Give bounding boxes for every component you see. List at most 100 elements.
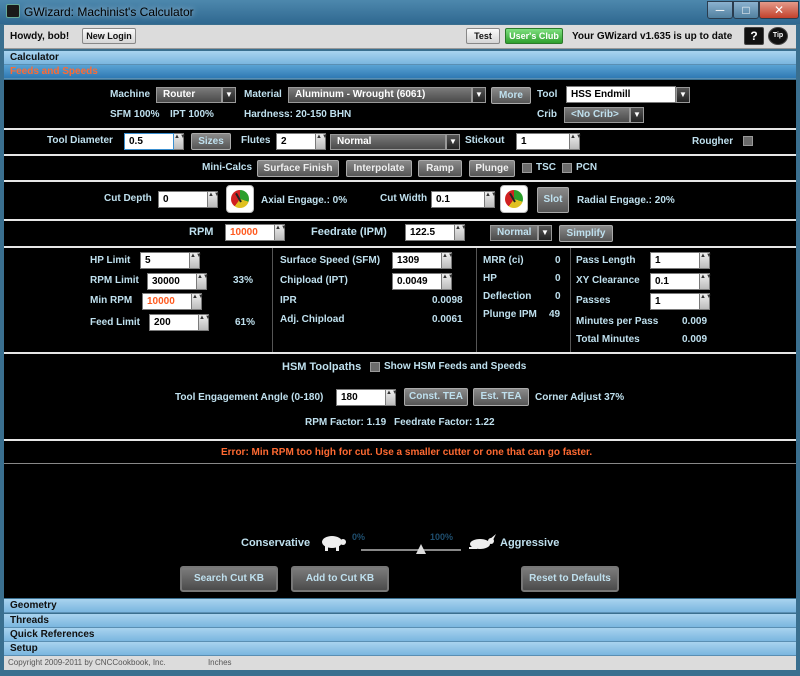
crib-select[interactable]: <No Crib>	[564, 107, 630, 123]
rpm-field[interactable]: 10000	[225, 224, 275, 241]
spinner-icon[interactable]: ▲▼	[485, 191, 497, 208]
xy-clearance-field[interactable]: 0.1	[650, 273, 700, 290]
window-title: GWizard: Machinist's Calculator	[24, 5, 194, 19]
stickout-field[interactable]: 1	[516, 133, 570, 150]
section-feeds-and-speeds[interactable]: Feeds and Speeds	[4, 65, 796, 79]
more-button[interactable]: More	[491, 87, 531, 104]
spinner-icon[interactable]: ▲▼	[316, 133, 328, 150]
chevron-down-icon[interactable]: ▼	[538, 225, 552, 241]
spinner-icon[interactable]: ▲▼	[197, 273, 209, 290]
section-calculator[interactable]: Calculator	[4, 51, 796, 65]
users-club-button[interactable]: User's Club	[505, 28, 563, 44]
spinner-icon[interactable]: ▲▼	[700, 273, 712, 290]
spinner-icon[interactable]: ▲▼	[192, 293, 204, 310]
hp-limit-field[interactable]: 5	[140, 252, 190, 269]
est-tea-button[interactable]: Est. TEA	[473, 388, 529, 406]
const-tea-button[interactable]: Const. TEA	[404, 388, 468, 406]
app-icon	[6, 4, 20, 18]
section-setup[interactable]: Setup	[4, 642, 796, 656]
pass-length-field[interactable]: 1	[650, 252, 700, 269]
minimize-button[interactable]: ─	[707, 1, 733, 19]
flutes-field[interactable]: 2	[276, 133, 316, 150]
passes-field[interactable]: 1	[650, 293, 700, 310]
reset-to-defaults-button[interactable]: Reset to Defaults	[521, 566, 619, 592]
add-to-cut-kb-button[interactable]: Add to Cut KB	[291, 566, 389, 592]
chevron-down-icon[interactable]: ▼	[676, 87, 690, 103]
divider	[4, 352, 796, 354]
chevron-down-icon[interactable]: ▼	[630, 107, 644, 123]
spinner-icon[interactable]: ▲▼	[442, 252, 454, 269]
interpolate-button[interactable]: Interpolate	[346, 160, 412, 177]
divider	[4, 463, 796, 464]
spinner-icon[interactable]: ▲▼	[208, 191, 220, 208]
spinner-icon[interactable]: ▲▼	[455, 224, 467, 241]
rougher-checkbox[interactable]	[743, 136, 753, 146]
rpm-limit-label: RPM Limit	[90, 275, 139, 286]
radial-engagement: Radial Engage.: 20%	[577, 195, 675, 206]
feed-mode-select[interactable]: Normal	[490, 225, 538, 241]
material-select[interactable]: Aluminum - Wrought (6061)	[288, 87, 472, 103]
sfm-percent: SFM 100%	[110, 109, 160, 120]
chevron-down-icon[interactable]: ▼	[446, 134, 460, 150]
tool-field[interactable]: HSS Endmill	[566, 86, 676, 103]
new-login-button[interactable]: New Login	[82, 28, 136, 44]
maximize-button[interactable]: □	[733, 1, 759, 19]
units: Inches	[207, 658, 232, 667]
machine-label: Machine	[110, 89, 151, 100]
feeds-speeds-panel: Machine Router ▼ Material Aluminum - Wro…	[4, 80, 796, 598]
feed-limit-field[interactable]: 200	[149, 314, 199, 331]
spinner-icon[interactable]: ▲▼	[190, 252, 202, 269]
show-hsm-checkbox[interactable]	[370, 362, 380, 372]
tea-field[interactable]: 180	[336, 389, 386, 406]
chevron-down-icon[interactable]: ▼	[222, 87, 236, 103]
ramp-button[interactable]: Ramp	[418, 160, 462, 177]
stickout-label: Stickout	[465, 135, 505, 146]
plunge-button[interactable]: Plunge	[469, 160, 515, 177]
test-button[interactable]: Test	[466, 28, 500, 44]
spinner-icon[interactable]: ▲▼	[174, 133, 186, 150]
crib-label: Crib	[537, 109, 557, 120]
tool-diameter-field[interactable]: 0.5	[124, 133, 174, 150]
spinner-icon[interactable]: ▲▼	[570, 133, 582, 150]
flute-type-select[interactable]: Normal	[330, 134, 446, 150]
rpm-limit-field[interactable]: 30000	[147, 273, 197, 290]
section-quick-references[interactable]: Quick References	[4, 628, 796, 642]
section-geometry[interactable]: Geometry	[4, 599, 796, 613]
ipr-value: 0.0098	[432, 295, 463, 306]
conservative-label: Conservative	[241, 537, 311, 549]
aggressiveness-slider-track[interactable]	[361, 549, 461, 551]
tool-label: Tool	[537, 89, 558, 100]
cut-width-field[interactable]: 0.1	[431, 191, 485, 208]
xy-clearance-label: XY Clearance	[576, 275, 640, 286]
machine-select[interactable]: Router	[156, 87, 222, 103]
pass-length-label: Pass Length	[576, 255, 636, 266]
spinner-icon[interactable]: ▲▼	[199, 314, 211, 331]
min-rpm-field[interactable]: 10000	[142, 293, 192, 310]
spinner-icon[interactable]: ▲▼	[386, 389, 398, 406]
cut-depth-field[interactable]: 0	[158, 191, 208, 208]
feed-limit-percent: 61%	[235, 317, 256, 328]
pcn-checkbox[interactable]	[562, 163, 572, 173]
mrr-value: 0	[555, 255, 561, 266]
divider	[4, 246, 796, 248]
help-button[interactable]: ?	[744, 27, 764, 45]
feedrate-field[interactable]: 122.5	[405, 224, 455, 241]
sizes-button[interactable]: Sizes	[191, 133, 231, 150]
spinner-icon[interactable]: ▲▼	[700, 252, 712, 269]
tsc-checkbox[interactable]	[522, 163, 532, 173]
slot-button[interactable]: Slot	[537, 187, 569, 213]
surface-speed-field[interactable]: 1309	[392, 252, 442, 269]
tip-button[interactable]: Tip	[768, 27, 788, 45]
tea-label: Tool Engagement Angle (0-180)	[175, 392, 324, 403]
spinner-icon[interactable]: ▲▼	[275, 224, 287, 241]
section-threads[interactable]: Threads	[4, 614, 796, 628]
surface-finish-button[interactable]: Surface Finish	[257, 160, 339, 177]
spinner-icon[interactable]: ▲▼	[700, 293, 712, 310]
chipload-field[interactable]: 0.0049	[392, 273, 442, 290]
search-cut-kb-button[interactable]: Search Cut KB	[180, 566, 278, 592]
spinner-icon[interactable]: ▲▼	[442, 273, 454, 290]
chevron-down-icon[interactable]: ▼	[472, 87, 486, 103]
close-button[interactable]: ✕	[759, 1, 799, 19]
simplify-button[interactable]: Simplify	[559, 225, 613, 242]
aggressiveness-slider-thumb[interactable]	[416, 544, 426, 554]
